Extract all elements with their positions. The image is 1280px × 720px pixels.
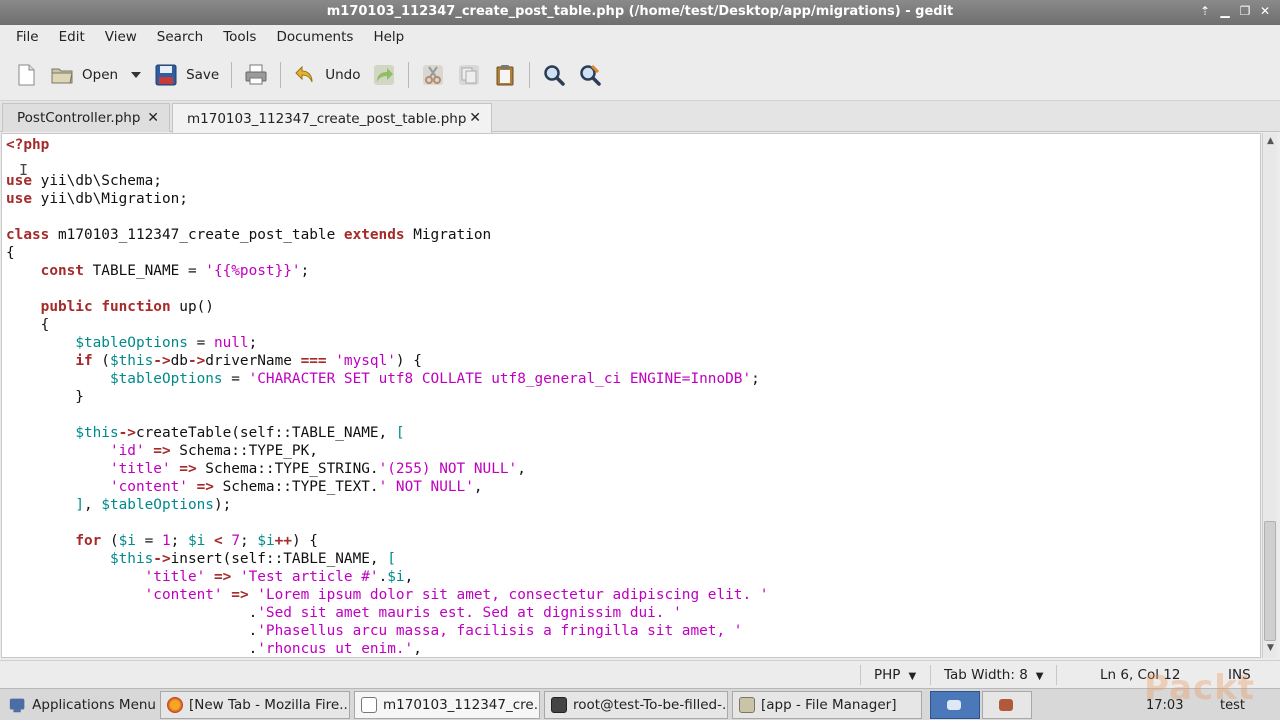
tab-create-post-table[interactable]: m170103_112347_create_post_table.php ✕ [172,103,492,133]
cut-button[interactable] [415,57,451,93]
chevron-down-icon: ▼ [1035,671,1044,682]
undo-icon [295,65,313,82]
packt-watermark: Packt [1144,668,1255,708]
maximize-icon[interactable]: ❐ [1238,3,1252,19]
open-label: Open [82,66,119,83]
scrollbar-thumb[interactable] [1264,521,1276,641]
xfce-logo-icon [9,698,25,713]
document-tabs: PostController.php ✕ m170103_112347_crea… [0,101,1280,133]
firefox-icon [167,697,183,713]
status-separator [1056,665,1057,685]
copy-icon [459,64,480,85]
clipboard-icon [496,64,514,85]
statusbar: PHP ▼ Tab Width: 8 ▼ Ln 6, Col 12 INS [0,660,1280,688]
open-dropdown[interactable] [124,57,148,93]
window-controls: ⇡ ▁ ❐ ✕ [1198,3,1272,19]
workspace-1[interactable] [930,691,980,719]
save-label: Save [186,66,220,83]
vertical-scrollbar[interactable]: ▲ ▼ [1262,133,1277,658]
tab-label: PostController.php [17,110,141,126]
task-terminal[interactable]: root@test-To-be-filled-... [544,691,728,719]
new-button[interactable] [8,57,44,93]
chevron-down-icon [131,71,142,78]
language-selector[interactable]: PHP ▼ [874,667,916,683]
code-editor[interactable]: <?php use yii\db\Schema; use yii\db\Migra… [1,133,1261,658]
close-icon[interactable]: ✕ [1258,3,1272,19]
open-button[interactable]: Open [44,57,124,93]
text-cursor-icon: I [19,161,29,179]
status-separator [860,665,861,685]
window-title: m170103_112347_create_post_table.php (/h… [326,4,954,19]
menu-help[interactable]: Help [363,25,414,49]
toolbar-separator [231,61,233,88]
toolbar: Open Save Undo [0,49,1280,101]
task-label: root@test-To-be-filled-... [573,697,728,713]
workspace-window-icon [999,699,1013,711]
terminal-icon [551,697,567,713]
menu-search[interactable]: Search [147,25,213,49]
paste-button[interactable] [487,57,523,93]
find-replace-icon [580,64,602,86]
redo-icon [374,64,395,85]
scroll-down-icon[interactable]: ▼ [1265,643,1276,654]
close-icon[interactable]: ✕ [469,110,481,126]
taskbar: Applications Menu [New Tab - Mozilla Fir… [0,688,1280,720]
tab-postcontroller[interactable]: PostController.php ✕ [2,103,170,132]
task-label: [New Tab - Mozilla Fire... [189,697,350,713]
menu-file[interactable]: File [6,25,49,49]
menu-view[interactable]: View [95,25,147,49]
toolbar-separator [529,61,531,88]
applications-menu[interactable]: Applications Menu [2,691,156,719]
search-icon [544,64,566,86]
tab-width-selector[interactable]: Tab Width: 8 ▼ [944,667,1044,683]
scissors-icon [423,64,444,85]
folder-icon [739,697,755,713]
scroll-up-icon[interactable]: ▲ [1265,136,1276,147]
task-gedit[interactable]: m170103_112347_cre... [354,691,540,719]
menu-tools[interactable]: Tools [213,25,266,49]
workspace-2[interactable] [982,691,1032,719]
applications-menu-label: Applications Menu [32,697,156,713]
task-label: m170103_112347_cre... [383,697,540,713]
copy-button[interactable] [451,57,487,93]
minimize-icon[interactable]: ▁ [1218,3,1232,19]
menubar: File Edit View Search Tools Documents He… [0,25,1280,49]
redo-button[interactable] [366,57,402,93]
menu-edit[interactable]: Edit [49,25,95,49]
toolbar-separator [280,61,282,88]
window-titlebar: m170103_112347_create_post_table.php (/h… [0,0,1280,25]
code-text[interactable]: <?php use yii\db\Schema; use yii\db\Migra… [6,136,768,657]
new-document-icon [18,64,35,85]
chevron-down-icon: ▼ [908,671,917,682]
tab-width-label: Tab Width: 8 [944,667,1028,683]
language-label: PHP [874,667,901,683]
text-editor-icon [361,697,377,713]
folder-icon [51,68,73,83]
undo-button[interactable]: Undo [287,57,366,93]
tab-label: m170103_112347_create_post_table.php [187,110,467,127]
replace-button[interactable] [572,57,608,93]
find-button[interactable] [536,57,572,93]
task-firefox[interactable]: [New Tab - Mozilla Fire... [160,691,350,719]
print-button[interactable] [238,57,274,93]
shade-icon[interactable]: ⇡ [1198,3,1212,19]
workspace-window-icon [947,700,961,710]
save-button[interactable]: Save [148,57,225,93]
undo-label: Undo [325,66,361,83]
close-icon[interactable]: ✕ [147,110,159,126]
menu-documents[interactable]: Documents [266,25,363,49]
task-file-manager[interactable]: [app - File Manager] [732,691,922,719]
printer-icon [245,64,267,84]
status-separator [930,665,931,685]
save-icon [155,64,177,85]
task-label: [app - File Manager] [761,697,897,713]
toolbar-separator [408,61,410,88]
